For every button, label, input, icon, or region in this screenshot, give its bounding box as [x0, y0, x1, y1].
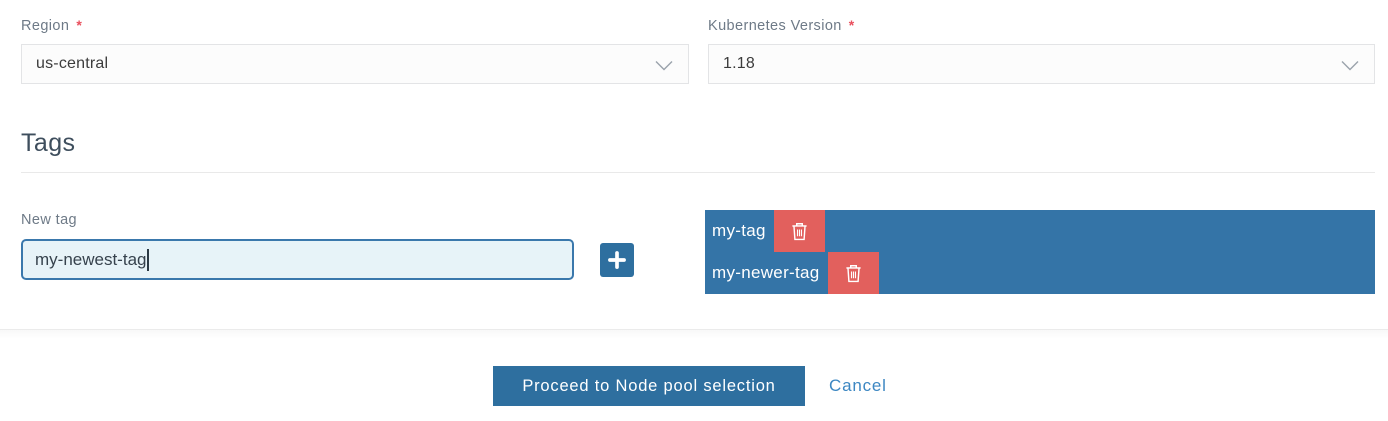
add-tag-button[interactable] — [600, 243, 634, 277]
tags-heading: Tags — [21, 129, 76, 157]
k8s-version-label-text: Kubernetes Version — [708, 18, 842, 34]
tag-name: my-newer-tag — [712, 263, 820, 282]
section-divider — [21, 172, 1375, 173]
plus-icon — [607, 250, 627, 270]
trash-icon — [844, 263, 863, 284]
new-tag-input[interactable]: my-newest-tag — [21, 239, 574, 280]
cancel-link[interactable]: Cancel — [829, 366, 887, 406]
delete-tag-button[interactable] — [773, 210, 825, 252]
delete-tag-button[interactable] — [827, 252, 879, 294]
footer-shade — [0, 330, 1388, 339]
new-tag-label: New tag — [21, 212, 77, 228]
k8s-version-label: Kubernetes Version * — [708, 17, 855, 34]
proceed-button[interactable]: Proceed to Node pool selection — [493, 366, 805, 406]
k8s-version-select-value: 1.18 — [723, 55, 755, 72]
tag-row: my-newer-tag — [705, 252, 1375, 294]
chevron-down-icon — [652, 53, 676, 77]
create-cluster-form: Region * us-central Kubernetes Version * 1… — [0, 0, 1388, 421]
region-label-text: Region — [21, 18, 70, 34]
tag-name: my-tag — [712, 221, 766, 240]
required-asterisk: * — [76, 17, 83, 33]
required-asterisk: * — [848, 17, 855, 33]
trash-icon — [790, 221, 809, 242]
k8s-version-select[interactable]: 1.18 — [708, 44, 1375, 84]
region-select-value: us-central — [36, 55, 109, 72]
new-tag-input-value: my-newest-tag — [35, 249, 147, 269]
text-cursor — [147, 248, 149, 271]
chevron-down-icon — [1338, 53, 1362, 77]
region-label: Region * — [21, 17, 82, 34]
region-select[interactable]: us-central — [21, 44, 689, 84]
tags-list: my-tag my-newer-tag — [705, 210, 1375, 294]
tag-row: my-tag — [705, 210, 1375, 252]
